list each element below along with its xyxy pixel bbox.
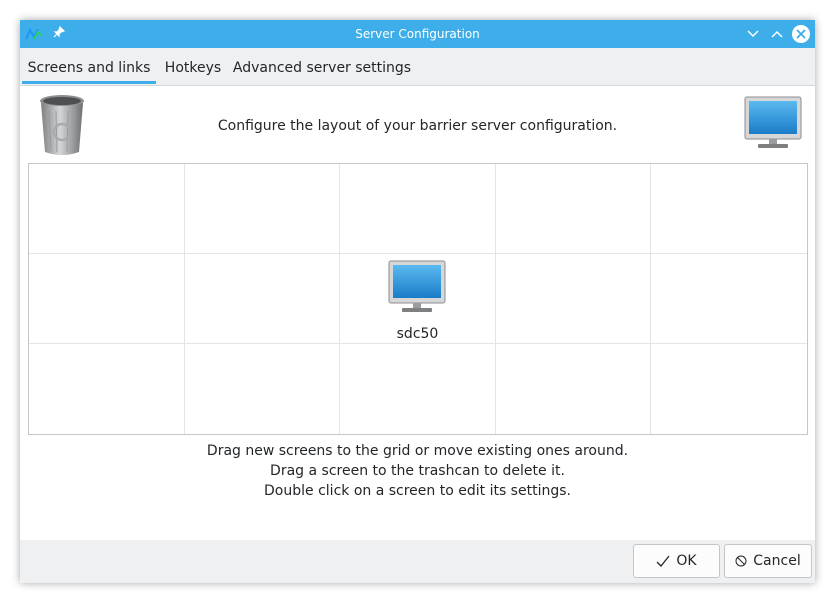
grid-cell[interactable] xyxy=(495,254,652,344)
screen-item[interactable]: sdc50 xyxy=(340,260,495,342)
grid-cell[interactable] xyxy=(340,344,496,434)
tab-bar: Screens and links Hotkeys Advanced serve… xyxy=(20,48,815,86)
titlebar[interactable]: Server Configuration xyxy=(20,20,815,48)
tab-advanced-server-settings[interactable]: Advanced server settings xyxy=(232,48,412,84)
help-line: Double click on a screen to edit its set… xyxy=(264,483,571,499)
window-title: Server Configuration xyxy=(355,27,480,41)
cancel-icon xyxy=(735,555,747,567)
monitor-icon xyxy=(388,260,446,312)
cancel-label: Cancel xyxy=(753,553,801,569)
grid-cell[interactable] xyxy=(29,254,185,344)
chevron-down-icon xyxy=(747,30,759,38)
grid-cell[interactable] xyxy=(651,164,807,254)
headline: Configure the layout of your barrier ser… xyxy=(217,118,618,134)
grid-cell[interactable] xyxy=(185,344,341,434)
tab-label: Advanced server settings xyxy=(232,60,412,76)
close-button[interactable] xyxy=(792,25,810,43)
grid-cell[interactable] xyxy=(651,254,807,344)
screen-layout-grid[interactable]: sdc50 xyxy=(28,163,808,435)
screens-and-links-panel: Configure the layout of your barrier ser… xyxy=(20,86,815,540)
ok-button[interactable]: OK xyxy=(633,544,720,578)
tab-screens-and-links[interactable]: Screens and links xyxy=(22,48,156,84)
grid-cell[interactable] xyxy=(496,344,652,434)
grid-cell[interactable] xyxy=(651,344,807,434)
help-line: Drag a screen to the trashcan to delete … xyxy=(270,463,565,479)
ok-label: OK xyxy=(676,553,697,569)
grid-cell[interactable] xyxy=(29,164,185,254)
grid-cell[interactable] xyxy=(184,164,341,254)
help-line: Drag new screens to the grid or move exi… xyxy=(206,443,629,459)
checkmark-icon xyxy=(656,555,670,567)
grid-cell[interactable] xyxy=(184,254,341,344)
minimize-button[interactable] xyxy=(743,24,763,44)
chevron-up-icon xyxy=(771,30,783,38)
tab-label: Screens and links xyxy=(27,60,151,76)
screen-name: sdc50 xyxy=(396,326,439,342)
tab-hotkeys[interactable]: Hotkeys xyxy=(160,48,226,84)
grid-cell[interactable]: sdc50 xyxy=(340,254,496,344)
new-screen-monitor-icon[interactable] xyxy=(744,96,802,152)
server-configuration-window: Server Configuration Screens and links H… xyxy=(20,20,815,583)
close-icon xyxy=(796,29,806,39)
maximize-button[interactable] xyxy=(767,24,787,44)
grid-cell[interactable] xyxy=(29,344,185,434)
cancel-button[interactable]: Cancel xyxy=(724,544,812,578)
help-text: Drag new screens to the grid or move exi… xyxy=(20,441,815,501)
grid-cell[interactable] xyxy=(340,164,496,254)
tab-label: Hotkeys xyxy=(164,60,222,76)
dialog-button-bar: OK Cancel xyxy=(20,540,815,583)
grid-cell[interactable] xyxy=(495,164,652,254)
